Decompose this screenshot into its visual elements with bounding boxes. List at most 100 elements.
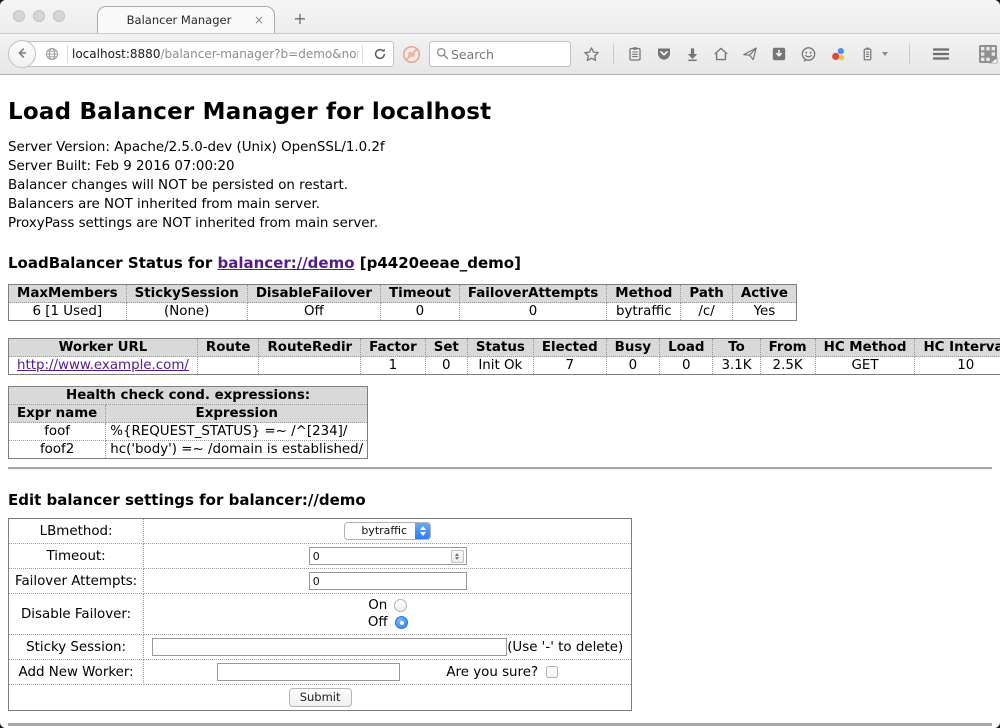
reload-button[interactable]: [367, 47, 393, 61]
tab-close-icon[interactable]: ×: [252, 13, 266, 27]
content-blocker-icon[interactable]: [402, 45, 421, 64]
form-row-sticky-session: Sticky Session: (Use '-' to delete): [9, 635, 632, 660]
col-header: Load: [660, 339, 713, 357]
zoom-button[interactable]: [53, 10, 65, 22]
cell: Init Ok: [467, 357, 533, 375]
back-button[interactable]: [8, 40, 36, 68]
tile-grid-icon[interactable]: [978, 44, 998, 64]
titlebar: Balancer Manager × +: [0, 0, 1000, 33]
search-bar[interactable]: [429, 41, 571, 67]
col-header: Busy: [606, 339, 659, 357]
save-panel-icon[interactable]: [771, 46, 787, 62]
cell: [197, 357, 259, 375]
col-header: Method: [607, 285, 681, 303]
table-row: http://www.example.com/ 1 0 Init Ok 7 0 …: [9, 357, 1000, 375]
cell: 6 [1 Used]: [9, 303, 127, 321]
form-row-lbmethod: LBmethod: bytraffic: [9, 519, 632, 544]
form-row-timeout: Timeout:: [9, 544, 632, 569]
chat-smiley-icon[interactable]: [800, 46, 817, 63]
disable-failover-off-radio[interactable]: [395, 616, 408, 629]
col-header: HC Interval: [915, 339, 1000, 357]
note-persist: Balancer changes will NOT be persisted o…: [8, 176, 992, 195]
server-built: Server Built: Feb 9 2016 07:00:20: [8, 157, 992, 176]
search-icon: [436, 45, 449, 64]
submit-button[interactable]: Submit: [289, 688, 352, 707]
pocket-icon[interactable]: [656, 46, 672, 62]
colored-dots-icon[interactable]: [830, 46, 847, 63]
balancer-demo-link[interactable]: balancer://demo: [217, 254, 354, 272]
table-title-row: Health check cond. expressions:: [9, 387, 368, 405]
col-header: Timeout: [380, 285, 459, 303]
status-heading: LoadBalancer Status for balancer://demo …: [8, 254, 992, 272]
close-button[interactable]: [13, 10, 25, 22]
url-bar[interactable]: localhost:8880/balancer-manager?b=demo&n…: [22, 41, 394, 67]
sticky-session-input[interactable]: [152, 638, 507, 656]
toolbar-separator2: [909, 44, 910, 64]
cell: bytraffic: [607, 303, 681, 321]
failover-attempts-input[interactable]: [309, 572, 467, 590]
cell: GET: [815, 357, 915, 375]
col-header: Path: [681, 285, 732, 303]
are-you-sure-label: Are you sure?: [446, 665, 538, 680]
col-header: RouteRedir: [259, 339, 361, 357]
worker-url-cell: http://www.example.com/: [9, 357, 198, 375]
cell: (None): [126, 303, 247, 321]
urlbar-divider: [67, 45, 68, 63]
cell: 2.5K: [760, 357, 815, 375]
add-worker-input[interactable]: [217, 663, 400, 681]
are-you-sure-checkbox[interactable]: [546, 666, 558, 678]
note-proxypass: ProxyPass settings are NOT inherited fro…: [8, 214, 992, 233]
reading-list-icon[interactable]: [627, 46, 643, 62]
home-icon[interactable]: [713, 46, 729, 62]
radio-on-label: On: [368, 597, 387, 614]
new-tab-button[interactable]: +: [288, 7, 312, 31]
page-title: Load Balancer Manager for localhost: [8, 99, 992, 125]
lbmethod-select[interactable]: bytraffic: [344, 522, 431, 540]
search-input[interactable]: [449, 46, 564, 63]
worker-url-link[interactable]: http://www.example.com/: [17, 358, 189, 373]
add-worker-label: Add New Worker:: [9, 660, 144, 685]
number-stepper-icon[interactable]: [451, 550, 464, 563]
url-path: /balancer-manager?b=demo&nonce=decc37be-…: [160, 47, 358, 61]
tab-balancer-manager[interactable]: Balancer Manager ×: [97, 6, 275, 33]
lbmethod-selected-value: bytraffic: [345, 523, 415, 539]
toolbar-separator: [613, 44, 614, 64]
timeout-input[interactable]: [309, 547, 467, 565]
battery-icon[interactable]: [860, 46, 875, 62]
worker-table: Worker URL Route RouteRedir Factor Set S…: [8, 338, 1000, 375]
table-header-row: Expr name Expression: [9, 405, 368, 423]
bookmark-star-icon[interactable]: [583, 46, 600, 63]
hc-table-title: Health check cond. expressions:: [9, 387, 368, 405]
browser-window: Balancer Manager × + localhost:8880/bala…: [0, 0, 1000, 728]
form-row-add-worker: Add New Worker: Are you sure?: [9, 660, 632, 685]
col-header: Expression: [106, 405, 368, 423]
globe-icon[interactable]: [45, 47, 59, 61]
note-inherit: Balancers are NOT inherited from main se…: [8, 195, 992, 214]
expr-name-cell: foof2: [9, 441, 106, 459]
cell: 1: [361, 357, 426, 375]
col-header: To: [713, 339, 760, 357]
cell: 0: [425, 357, 467, 375]
sticky-session-label: Sticky Session:: [9, 635, 144, 660]
menu-icon[interactable]: [931, 46, 951, 62]
cell: /c/: [681, 303, 732, 321]
dropdown-caret-icon[interactable]: [882, 52, 888, 56]
balancer-status-table: MaxMembers StickySession DisableFailover…: [8, 284, 797, 321]
cell: 0: [459, 303, 606, 321]
server-info: Server Version: Apache/2.5.0-dev (Unix) …: [8, 138, 992, 233]
download-arrow-icon[interactable]: [685, 47, 700, 62]
col-header: Factor: [361, 339, 426, 357]
expr-name-cell: foof: [9, 423, 106, 441]
send-icon[interactable]: [742, 46, 758, 62]
cell: [259, 357, 361, 375]
table-header-row: MaxMembers StickySession DisableFailover…: [9, 285, 797, 303]
table-row: 6 [1 Used] (None) Off 0 0 bytraffic /c/ …: [9, 303, 797, 321]
url-text[interactable]: localhost:8880/balancer-manager?b=demo&n…: [72, 47, 358, 61]
col-header: HC Method: [815, 339, 915, 357]
disable-failover-on-radio[interactable]: [394, 599, 407, 612]
radio-off-label: Off: [368, 614, 388, 631]
cell: 0: [660, 357, 713, 375]
col-header: From: [760, 339, 815, 357]
minimize-button[interactable]: [33, 10, 45, 22]
balancer-settings-form: LBmethod: bytraffic Timeout:: [8, 518, 632, 711]
